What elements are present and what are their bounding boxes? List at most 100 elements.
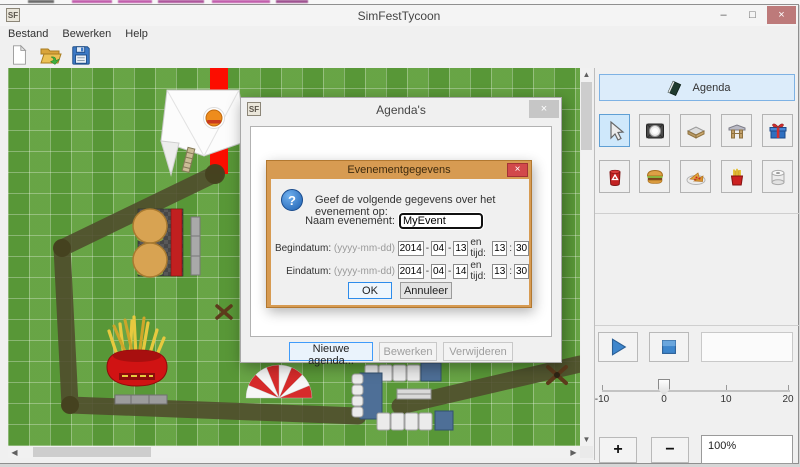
tool-trash-button[interactable] [599,160,630,193]
event-dialog-title: Evenementgegevens [267,164,531,176]
edit-agenda-button: Bewerken [379,342,437,361]
scroll-right-icon[interactable]: ▶ [567,446,580,458]
zoom-out-button[interactable]: − [651,437,689,463]
slider-label: -10 [582,394,622,405]
start-label: Begindatum: [275,243,331,254]
minimize-button[interactable]: – [709,6,738,24]
agenda-button[interactable]: Agenda [599,74,795,101]
new-file-button[interactable] [7,43,31,67]
slider-label: 0 [644,394,684,405]
dash-separator: - [448,266,451,277]
ok-button[interactable]: OK [348,282,392,299]
agenda-button-label: Agenda [693,82,731,94]
tool-gate-button[interactable] [721,114,752,147]
menu-bewerken[interactable]: Bewerken [62,28,111,40]
menu-bestand[interactable]: Bestand [8,28,48,40]
toolbar [0,42,798,68]
gift-icon [766,119,790,143]
toilet-paper-icon [766,165,790,189]
close-button[interactable]: × [767,6,796,24]
striped-canopy [246,365,312,398]
menu-help[interactable]: Help [125,28,148,40]
agendas-close-button[interactable]: × [529,100,559,118]
end-date-row: Eindatum: (yyyy-mm-dd) - - en tijd: : [271,260,529,282]
end-hour-input[interactable] [492,264,507,279]
new-agenda-button[interactable]: Nieuwe agenda... [289,342,373,361]
dash-separator: - [426,266,429,277]
date-format-hint: (yyyy-mm-dd) [334,243,395,254]
name-row: Naam evenement: [271,213,529,229]
dash-separator: - [448,243,451,254]
slider-tick [726,385,727,390]
start-minute-input[interactable] [514,241,529,256]
transport-status-box [701,332,793,362]
trash-bin-icon [603,165,627,189]
event-name-input[interactable] [399,213,483,229]
tent [161,90,247,175]
sidebar-divider [595,213,799,214]
start-day-input[interactable] [453,241,468,256]
event-dialog-body: ? Geef de volgende gegevens over het eve… [271,179,529,305]
agendas-dialog-title: Agenda's [241,103,561,117]
new-file-icon [8,44,30,66]
spotlight-icon [643,119,667,143]
tool-gift-button[interactable] [762,114,793,147]
save-file-button[interactable] [69,43,93,67]
tool-stage-button[interactable] [680,114,711,147]
agenda-button-row: Nieuwe agenda... Bewerken Verwijderen [241,342,561,361]
cursor-icon [603,119,627,143]
open-folder-icon [38,43,62,67]
tool-pizza-button[interactable] [680,160,711,193]
colon-separator: : [509,243,512,254]
stage-platform-icon [684,119,708,143]
scroll-down-icon[interactable]: ▼ [580,433,593,446]
tool-toilet-paper-button[interactable] [762,160,793,193]
end-day-input[interactable] [453,264,468,279]
open-file-button[interactable] [38,43,62,67]
date-format-hint: (yyyy-mm-dd) [334,266,395,277]
pizza-icon [684,165,708,189]
zoom-level-field[interactable]: 100% [701,435,793,464]
start-month-input[interactable] [431,241,446,256]
play-icon [607,336,629,358]
burger-icon [643,165,667,189]
zoom-in-button[interactable]: + [599,437,637,463]
stop-icon [658,336,680,358]
tool-fries-button[interactable] [721,160,752,193]
maximize-button[interactable]: □ [738,6,767,24]
fries-stand [107,317,167,404]
stop-button[interactable] [649,332,689,362]
end-month-input[interactable] [431,264,446,279]
window-title: SimFestTycoon [0,9,798,23]
title-bar: SF SimFestTycoon – □ × [0,5,798,26]
dash-separator: - [426,243,429,254]
vertical-scrollbar-thumb[interactable] [581,82,592,150]
tool-spotlight-button[interactable] [639,114,670,147]
scrollbar-corner [580,446,593,458]
scroll-up-icon[interactable]: ▲ [580,68,593,81]
menu-bar: Bestand Bewerken Help [0,26,798,42]
burger-stand [133,209,200,277]
start-year-input[interactable] [398,241,424,256]
start-date-row: Begindatum: (yyyy-mm-dd) - - en tijd: : [271,237,529,259]
speed-slider-track[interactable] [602,390,790,392]
tool-burger-button[interactable] [639,160,670,193]
horizontal-scrollbar[interactable]: ◀ ▶ [8,446,580,458]
window-controls: – □ × [709,6,796,24]
end-label: Eindatum: [286,266,331,277]
end-year-input[interactable] [398,264,424,279]
play-button[interactable] [598,332,638,362]
scroll-left-icon[interactable]: ◀ [8,446,21,458]
delete-agenda-button: Verwijderen [443,342,513,361]
start-hour-input[interactable] [492,241,507,256]
sidebar: Agenda [594,68,798,460]
vertical-scrollbar[interactable]: ▲ ▼ [580,68,593,446]
event-close-button[interactable]: × [507,163,528,177]
agenda-book-icon [664,78,684,98]
gate-icon [725,119,749,143]
cancel-button[interactable]: Annuleer [400,282,452,299]
end-minute-input[interactable] [514,264,529,279]
tool-select-button[interactable] [599,114,630,147]
horizontal-scrollbar-thumb[interactable] [33,447,151,457]
save-floppy-icon [70,44,92,66]
